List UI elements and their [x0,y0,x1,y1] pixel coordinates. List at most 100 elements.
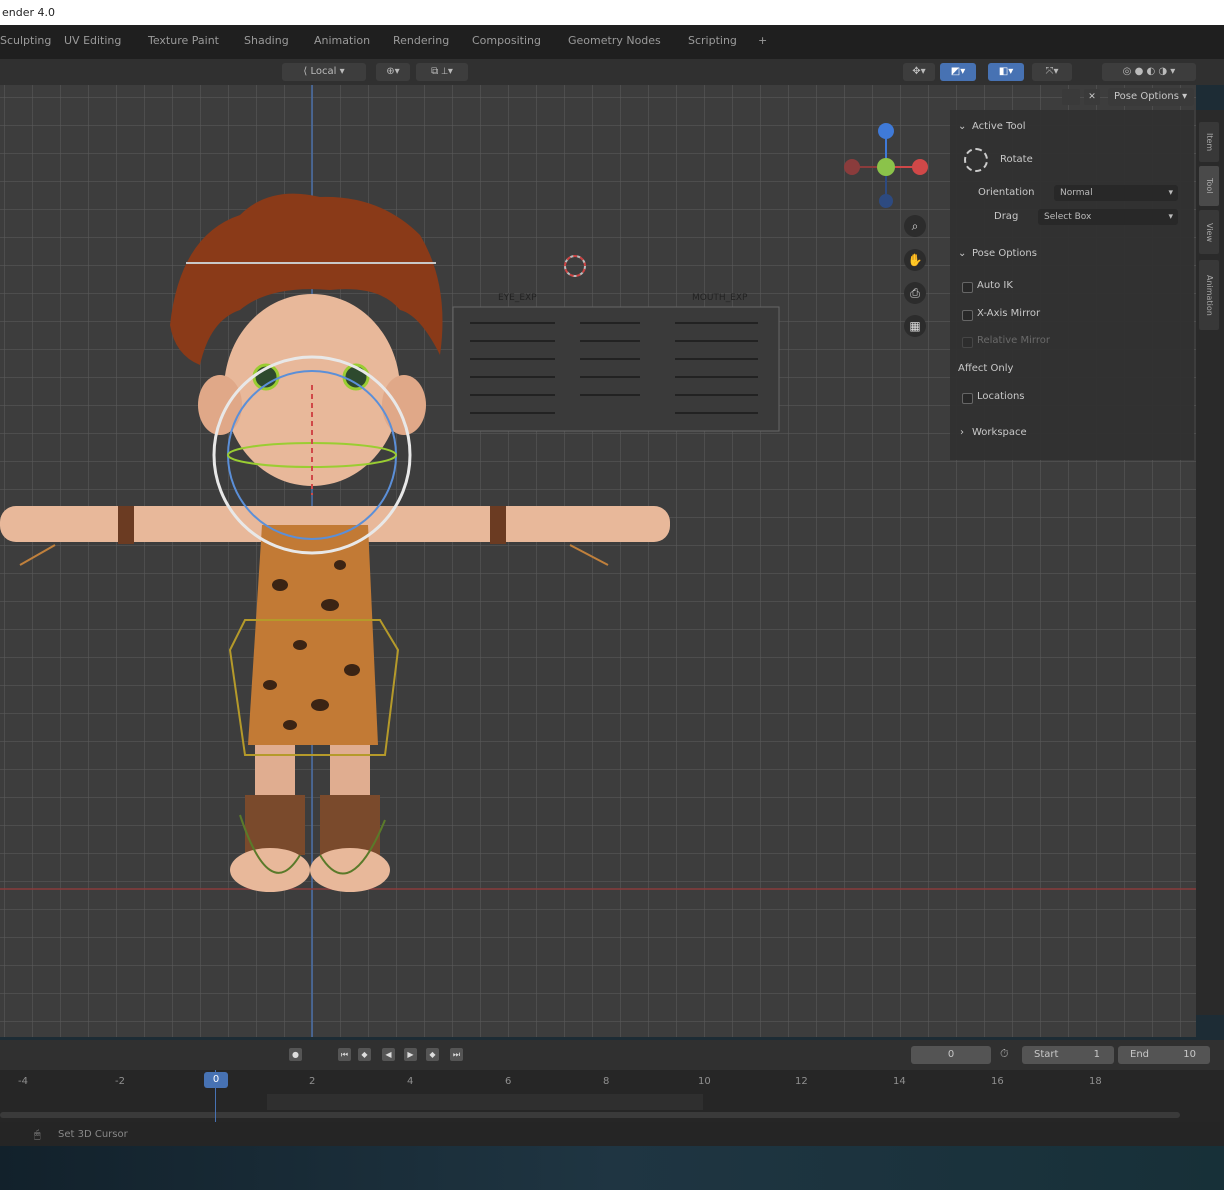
shading-icons: ◎ ● ◐ ◑ ▾ [1122,66,1176,77]
mouse-icon: 🖱 [34,1128,41,1141]
gizmo-icon: ✥▾ [912,66,926,77]
tab-sculpting[interactable]: Sculpting [0,34,51,47]
frame-tick: 2 [309,1076,316,1087]
mirror-icon: ⤧▾ [1045,66,1059,77]
play-icon[interactable]: ▶ [404,1048,417,1061]
transform-orientation-value: Local [310,66,337,77]
frame-tick: 12 [795,1076,808,1087]
character-model [0,193,670,892]
frame-tick: -4 [18,1076,28,1087]
xray-toggle[interactable]: ◧▾ [988,63,1024,81]
drag-dropdown-value: Select Box [1044,212,1092,222]
playhead-frame: 0 [212,1074,220,1085]
tab-scripting[interactable]: Scripting [688,34,737,47]
window-title-bar: ender 4.0 [0,0,1224,25]
active-tool-heading[interactable]: Active Tool [972,121,1026,132]
tab-animation[interactable]: Animation [314,34,370,47]
frame-tick: -2 [115,1076,125,1087]
pose-options-dropdown[interactable]: Pose Options ▾ [1108,88,1194,106]
orientation-dropdown-value: Normal [1060,188,1093,198]
frame-tick: 4 [407,1076,414,1087]
timeline-ruler[interactable]: -4 -2 2 4 6 8 10 12 14 16 18 0 [0,1070,1224,1122]
transform-orientation-dropdown[interactable]: ⟨ Local ▾ [282,63,366,81]
pivot-point-dropdown[interactable]: ⊕▾ [376,63,410,81]
sidebar-tool-panel: ⌄ Active Tool Rotate Orientation Normal ▾… [950,110,1194,460]
sidebar-tab-tool[interactable]: Tool [1199,166,1219,206]
tab-compositing[interactable]: Compositing [472,34,541,47]
play-reverse-icon[interactable]: ◀ [382,1048,395,1061]
mirror-toggle[interactable]: ⤧▾ [1032,63,1072,81]
overlay-toggle[interactable]: ◩▾ [940,63,976,81]
frame-tick: 16 [991,1076,1004,1087]
chevron-down-icon[interactable]: ⌄ [958,248,966,259]
tab-geometry-nodes[interactable]: Geometry Nodes [568,34,661,47]
window-title: ender 4.0 [2,6,56,19]
timeline-header: ● ⏮ ◆ ◀ ▶ ◆ ⏭ 0 ⏱ Start 1 End 10 [0,1040,1224,1070]
current-frame-field[interactable]: 0 [911,1046,991,1064]
pose-options-heading[interactable]: Pose Options [972,248,1037,259]
playhead[interactable]: 0 [204,1072,228,1088]
sidebar-tab-item[interactable]: Item [1199,122,1219,162]
record-icon[interactable]: ● [289,1048,302,1061]
face-control-board [452,306,780,432]
add-workspace-button[interactable]: + [758,34,767,47]
tab-shading[interactable]: Shading [244,34,289,47]
end-frame-field[interactable]: End 10 [1118,1046,1210,1064]
snapping-toggle[interactable]: ⧉ ⟂▾ [416,63,468,81]
tab-rendering[interactable]: Rendering [393,34,449,47]
frame-range [267,1094,703,1110]
locations-label: Locations [977,391,1025,402]
frame-tick: 18 [1089,1076,1102,1087]
jump-end-icon[interactable]: ⏭ [450,1048,463,1061]
timeline-scrollbar[interactable] [0,1112,1180,1118]
frame-tick: 10 [698,1076,711,1087]
zoom-icon[interactable]: ⌕ [904,215,926,237]
eye-expression-title: EYE_EXP [498,293,537,303]
locations-checkbox[interactable] [962,393,973,404]
orientation-dropdown[interactable]: Normal ▾ [1054,185,1178,201]
start-frame-label: Start [1034,1049,1059,1060]
3d-cursor [564,255,586,277]
viewport-gizmo-toggle[interactable]: ✥▾ [903,63,935,81]
status-bar: 🖱 Set 3D Cursor [0,1122,1224,1146]
chevron-down-icon: ▾ [336,66,345,77]
frame-tick: 8 [603,1076,610,1087]
camera-icon[interactable]: ⎙ [904,282,926,304]
perspective-grid-icon[interactable]: ▦ [904,315,926,337]
overlay-icon: ◩▾ [950,66,966,77]
relative-mirror-label: Relative Mirror [977,335,1050,346]
affect-only-label: Affect Only [958,363,1014,374]
chevron-right-icon[interactable]: › [960,427,964,438]
current-frame-value: 0 [947,1049,955,1060]
frame-tick: 14 [893,1076,906,1087]
tool-settings-icon[interactable] [1062,89,1080,105]
chevron-down-icon: ▾ [1168,188,1173,198]
pan-hand-icon[interactable]: ✋ [904,249,926,271]
chevron-down-icon[interactable]: ⌄ [958,121,966,132]
desktop-background [0,1146,1224,1190]
sidebar-tab-animation[interactable]: Animation [1199,260,1219,330]
xray-icon: ◧▾ [998,66,1014,77]
close-icon[interactable]: ✕ [1084,89,1100,105]
snap-icon: ⧉ ⟂▾ [431,66,453,77]
shading-mode-buttons[interactable]: ◎ ● ◐ ◑ ▾ [1102,63,1196,81]
prev-keyframe-icon[interactable]: ◆ [358,1048,371,1061]
auto-ik-label: Auto IK [977,280,1013,291]
sidebar-tab-view[interactable]: View [1199,210,1219,254]
relative-mirror-checkbox[interactable] [962,337,973,348]
next-keyframe-icon[interactable]: ◆ [426,1048,439,1061]
tab-uv-editing[interactable]: UV Editing [64,34,121,47]
rotate-tool-icon[interactable] [964,148,988,172]
sidebar-tabs: Item Tool View Animation [1196,110,1224,1015]
frame-tick: 6 [505,1076,512,1087]
workspace-heading[interactable]: Workspace [972,427,1027,438]
start-frame-value: 1 [1093,1049,1100,1060]
x-axis-mirror-checkbox[interactable] [962,310,973,321]
drag-dropdown[interactable]: Select Box ▾ [1038,209,1178,225]
start-frame-field[interactable]: Start 1 [1022,1046,1114,1064]
tab-texture-paint[interactable]: Texture Paint [148,34,219,47]
stopwatch-icon[interactable]: ⏱ [1000,1047,1016,1063]
auto-ik-checkbox[interactable] [962,282,973,293]
jump-start-icon[interactable]: ⏮ [338,1048,351,1061]
chevron-down-icon: ▾ [1168,212,1173,222]
